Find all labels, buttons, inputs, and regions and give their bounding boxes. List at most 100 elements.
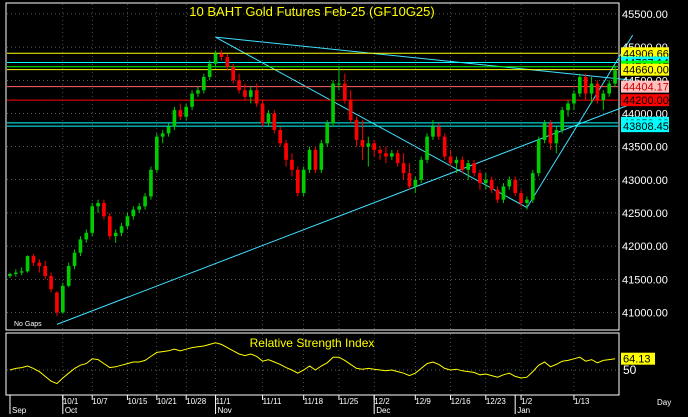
down-candle — [548, 123, 553, 144]
down-candle — [272, 113, 277, 131]
up-candle — [166, 126, 171, 134]
up-candle — [19, 271, 24, 273]
up-candle — [125, 216, 130, 227]
up-candle — [530, 173, 535, 200]
down-candle — [178, 110, 183, 117]
date-tick-label: 10/21 — [157, 397, 178, 406]
up-candle — [13, 272, 18, 274]
up-candle — [331, 83, 335, 124]
price-tick-label: 42000.00 — [622, 241, 668, 253]
down-candle — [254, 90, 259, 104]
up-candle — [607, 83, 612, 94]
up-candle — [201, 76, 206, 91]
up-candle — [96, 202, 100, 207]
down-candle — [237, 80, 241, 91]
up-candle — [119, 226, 124, 233]
month-label: Jan — [517, 406, 530, 415]
down-candle — [495, 189, 500, 200]
down-candle — [295, 169, 300, 194]
up-candle — [172, 110, 177, 127]
date-tick-label: 10/15 — [127, 397, 148, 406]
x-axis-unit-label: Day — [657, 398, 671, 407]
up-candle — [389, 153, 394, 157]
up-candle — [149, 169, 153, 197]
down-candle — [436, 126, 441, 137]
up-candle — [143, 196, 147, 207]
price-tick-label: 43500.00 — [622, 142, 668, 154]
up-candle — [501, 186, 506, 200]
up-candle — [419, 159, 424, 180]
down-candle — [43, 265, 48, 276]
up-candle — [190, 93, 194, 107]
price-tick-label: 43000.00 — [622, 175, 668, 187]
rsi-last-value-badge: 64.13 — [621, 352, 655, 366]
down-candle — [489, 179, 494, 190]
up-candle — [466, 163, 471, 170]
down-candle — [513, 179, 518, 194]
down-candle — [55, 292, 59, 313]
down-candle — [102, 202, 106, 217]
up-candle — [90, 206, 95, 233]
date-tick-label: 1/13 — [574, 397, 590, 406]
date-tick-label: 11/18 — [304, 397, 324, 406]
date-tick-label: 11/25 — [339, 397, 359, 406]
up-candle — [184, 106, 189, 117]
down-candle — [384, 153, 388, 157]
up-candle — [207, 63, 212, 77]
price-tick-label: 45500.00 — [622, 9, 668, 21]
down-candle — [219, 53, 224, 58]
up-candle — [454, 159, 459, 164]
date-tick-label: 1/2 — [521, 397, 533, 406]
down-candle — [313, 149, 318, 170]
down-candle — [448, 156, 453, 164]
date-tick-label: 11/1 — [216, 397, 232, 406]
no-gaps-note: No Gaps — [14, 321, 42, 328]
horizontal-level-label: 43808.45 — [623, 121, 669, 133]
up-candle — [160, 133, 165, 137]
up-candle — [66, 265, 71, 286]
up-candle — [213, 53, 218, 64]
down-candle — [372, 143, 377, 150]
date-tick-label: 10/1 — [63, 397, 79, 406]
up-candle — [577, 76, 582, 94]
down-candle — [49, 275, 53, 290]
up-candle — [319, 143, 324, 170]
rsi-title: Relative Strength Index — [250, 336, 375, 350]
down-candle — [595, 83, 600, 101]
up-candle — [325, 123, 330, 144]
down-candle — [348, 100, 353, 121]
down-candle — [107, 216, 112, 237]
price-tick-label: 41500.00 — [622, 274, 668, 286]
rsi-last-value: 64.13 — [623, 354, 651, 366]
down-candle — [354, 120, 359, 140]
down-candle — [478, 173, 482, 184]
up-candle — [566, 103, 570, 111]
horizontal-level-label: 44660.00 — [623, 65, 669, 77]
down-candle — [395, 153, 400, 164]
down-candle — [407, 173, 412, 187]
down-candle — [460, 159, 465, 170]
month-label: Oct — [65, 406, 78, 415]
down-candle — [401, 163, 406, 174]
up-candle — [60, 285, 65, 313]
horizontal-level-label: 44404.17 — [623, 82, 669, 94]
down-candle — [31, 256, 36, 263]
down-candle — [342, 83, 347, 101]
date-tick-label: 10/28 — [186, 397, 207, 406]
up-candle — [248, 90, 253, 97]
up-candle — [601, 93, 606, 101]
month-label: Nov — [218, 406, 232, 415]
up-candle — [301, 169, 306, 194]
down-candle — [260, 103, 265, 124]
up-candle — [525, 199, 529, 203]
up-candle — [196, 90, 200, 94]
down-candle — [225, 57, 230, 68]
up-candle — [113, 232, 118, 237]
chart-canvas: 41000.00 41500.00 42000.00 42500.00 43000.00… — [0, 0, 688, 417]
down-candle — [290, 159, 294, 170]
up-candle — [483, 179, 488, 184]
down-candle — [360, 139, 365, 147]
up-candle — [554, 130, 559, 144]
down-candle — [243, 90, 247, 97]
down-candle — [278, 130, 283, 144]
